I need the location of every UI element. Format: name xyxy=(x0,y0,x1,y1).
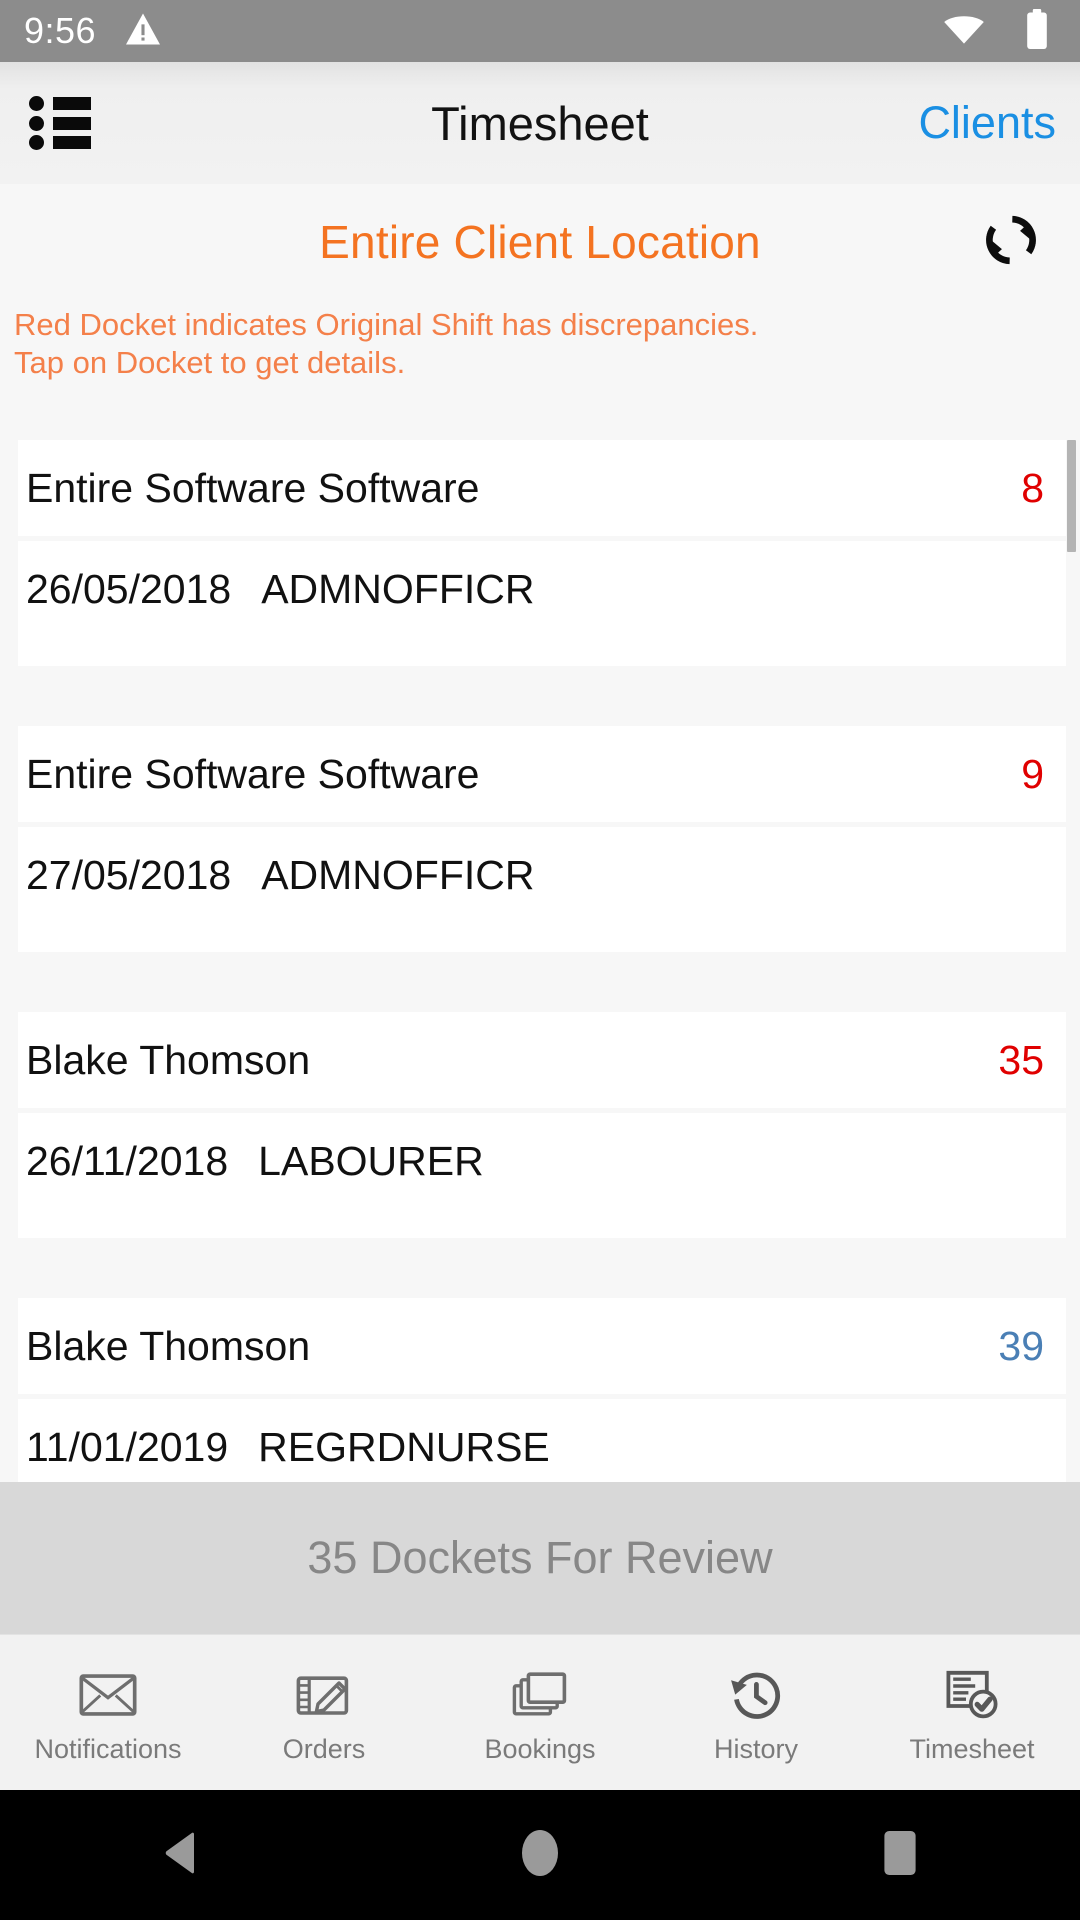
vertical-scrollbar[interactable] xyxy=(1067,440,1076,552)
docket-card-details[interactable]: 27/05/2018 ADMNOFFICR xyxy=(18,827,1066,924)
docket-role: ADMNOFFICR xyxy=(261,566,535,612)
docket-card-header[interactable]: Blake Thomson 35 xyxy=(18,1012,1066,1108)
envelope-icon xyxy=(79,1666,137,1724)
docket-card-details[interactable]: 26/11/2018 LABOURER xyxy=(18,1113,1066,1210)
docket-role: REGRDNURSE xyxy=(258,1424,550,1470)
docket-role: ADMNOFFICR xyxy=(261,852,535,898)
android-navigation-bar xyxy=(0,1790,1080,1920)
header-section: Entire Client Location Red Docket indica… xyxy=(0,184,1080,448)
refresh-button[interactable] xyxy=(972,203,1050,281)
docket-date: 11/01/2019 xyxy=(26,1424,229,1470)
docket-card-details[interactable]: 26/05/2018 ADMNOFFICR xyxy=(18,541,1066,638)
stacked-windows-icon xyxy=(512,1666,568,1724)
wifi-icon xyxy=(942,12,986,51)
hint-line-1: Red Docket indicates Original Shift has … xyxy=(14,307,759,342)
docket-count-badge: 8 xyxy=(1021,464,1044,511)
android-recents-button[interactable] xyxy=(830,1790,970,1920)
docket-date: 26/05/2018 xyxy=(26,566,232,612)
tab-label-bookings: Bookings xyxy=(484,1734,596,1764)
tab-orders[interactable]: Orders xyxy=(216,1635,432,1790)
docket-client-name: Entire Software Software xyxy=(26,750,480,797)
docket-card-padding xyxy=(18,924,1066,952)
tab-bookings[interactable]: Bookings xyxy=(432,1635,648,1790)
tab-label-timesheet: Timesheet xyxy=(909,1734,1035,1764)
tab-notifications[interactable]: Notifications xyxy=(0,1635,216,1790)
docket-card[interactable]: Blake Thomson 35 26/11/2018 LABOURER xyxy=(18,1012,1066,1238)
tab-label-notifications: Notifications xyxy=(34,1734,182,1764)
docket-count-badge: 39 xyxy=(998,1322,1044,1369)
docket-card-spacer xyxy=(0,666,1080,726)
docket-card-header[interactable]: Entire Software Software 9 xyxy=(18,726,1066,822)
bottom-tab-bar: Notifications Orders Bookings History Ti… xyxy=(0,1634,1080,1790)
docket-card-padding xyxy=(18,638,1066,666)
docket-card-spacer xyxy=(0,952,1080,1012)
android-back-button[interactable] xyxy=(110,1790,250,1920)
status-bar-clock: 9:56 xyxy=(24,10,97,51)
docket-date: 27/05/2018 xyxy=(26,852,232,898)
docket-card-header[interactable]: Entire Software Software 8 xyxy=(18,440,1066,536)
battery-icon xyxy=(1024,8,1050,55)
docket-client-name: Entire Software Software xyxy=(26,464,480,511)
docket-count-badge: 9 xyxy=(1021,750,1044,797)
docket-client-name: Blake Thomson xyxy=(26,1036,311,1083)
tab-label-orders: Orders xyxy=(282,1734,366,1764)
docket-client-name: Blake Thomson xyxy=(26,1322,311,1369)
recents-square-icon xyxy=(880,1828,920,1883)
tab-label-history: History xyxy=(713,1734,798,1764)
status-bar-right-icons xyxy=(942,8,1050,55)
dockets-for-review-label: 35 Dockets For Review xyxy=(307,1532,773,1583)
warning-triangle-icon xyxy=(124,12,162,51)
docket-card-details[interactable]: 11/01/2019 REGRDNURSE xyxy=(18,1399,1066,1482)
section-title-row: Entire Client Location xyxy=(0,184,1080,300)
android-home-button[interactable] xyxy=(470,1790,610,1920)
docket-card-padding xyxy=(18,1210,1066,1238)
tab-timesheet[interactable]: Timesheet xyxy=(864,1635,1080,1790)
docket-date: 26/11/2018 xyxy=(26,1138,229,1184)
docket-role: LABOURER xyxy=(258,1138,484,1184)
phone-screen: 9:56 Timesheet Clients Entire Client Loc… xyxy=(0,0,1080,1920)
home-circle-icon xyxy=(519,1827,561,1884)
hint-text: Red Docket indicates Original Shift has … xyxy=(0,300,1080,382)
clients-button[interactable]: Clients xyxy=(918,97,1056,149)
docket-card[interactable]: Entire Software Software 8 26/05/2018 ADMNO… xyxy=(18,440,1066,666)
back-triangle-icon xyxy=(158,1829,202,1882)
navigation-bar: Timesheet Clients xyxy=(0,62,1080,184)
docket-card-header[interactable]: Blake Thomson 39 xyxy=(18,1298,1066,1394)
clock-rewind-icon xyxy=(729,1666,783,1724)
section-title: Entire Client Location xyxy=(319,216,761,268)
bulleted-list-menu-icon xyxy=(29,96,91,150)
tablet-pencil-icon xyxy=(296,1666,352,1724)
docket-card-spacer xyxy=(0,1238,1080,1298)
menu-button[interactable] xyxy=(22,93,98,153)
hint-line-2: Tap on Docket to get details. xyxy=(14,344,406,380)
docket-count-badge: 35 xyxy=(998,1036,1044,1083)
docket-card[interactable]: Blake Thomson 39 11/01/2019 REGRDNURSE xyxy=(18,1298,1066,1482)
docket-card[interactable]: Entire Software Software 9 27/05/2018 ADMNO… xyxy=(18,726,1066,952)
document-check-icon xyxy=(944,1666,1000,1724)
tab-history[interactable]: History xyxy=(648,1635,864,1790)
dockets-for-review-bar[interactable]: 35 Dockets For Review xyxy=(0,1482,1080,1634)
sync-refresh-icon xyxy=(979,208,1043,277)
docket-list[interactable]: Entire Software Software 8 26/05/2018 ADMNO… xyxy=(0,440,1080,1482)
status-bar: 9:56 xyxy=(0,0,1080,62)
